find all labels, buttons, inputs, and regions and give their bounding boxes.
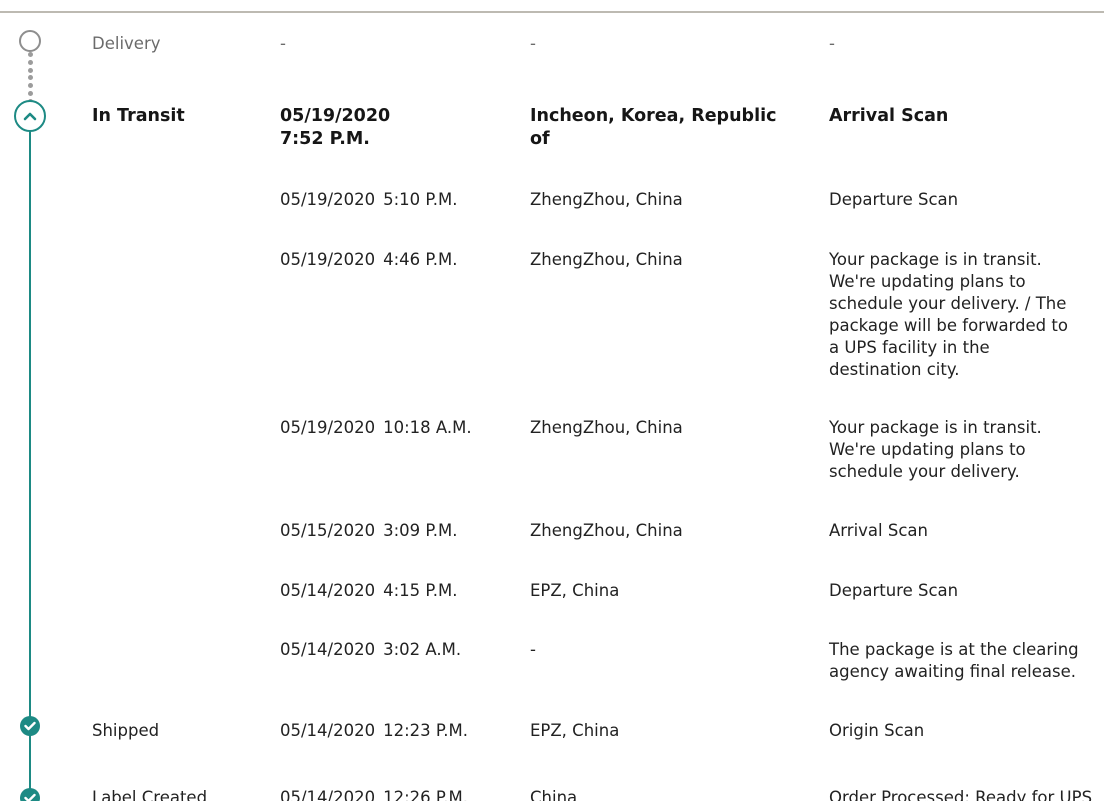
event-location: ZhengZhou, China: [530, 190, 683, 209]
milestone-status: In Transit: [92, 106, 185, 126]
tracking-history-page: Delivery - - - In Transit 05/19/2020 7:5…: [0, 0, 1111, 801]
event-activity: Departure Scan: [829, 581, 959, 600]
event-datetime: 05/19/2020 5:10 P.M.: [280, 189, 510, 211]
event-datetime: 05/14/2020 3:02 A.M.: [280, 639, 510, 661]
event-datetime: 05/15/2020 3:09 P.M.: [280, 520, 510, 542]
event-activity: Arrival Scan: [829, 521, 928, 540]
event-datetime: 05/19/2020 4:46 P.M.: [280, 249, 510, 271]
milestone-location: China: [530, 788, 578, 801]
event-datetime: 05/14/2020 4:15 P.M.: [280, 580, 510, 602]
milestone-activity: Origin Scan: [829, 721, 925, 740]
milestone-status: Label Created: [92, 788, 208, 801]
event-location: ZhengZhou, China: [530, 250, 683, 269]
milestone-activity: Order Processed: Ready for UPS: [829, 788, 1093, 801]
milestone-time: 12:23 P.M.: [383, 721, 469, 740]
checkmark-icon: [20, 788, 40, 801]
milestone-time: 12:26 P.M.: [383, 788, 469, 801]
milestone-date: 05/14/2020: [280, 788, 376, 801]
milestone-time: 7:52 P.M.: [280, 129, 370, 149]
event-activity: Your package is in transit. We're updati…: [829, 418, 1042, 481]
milestone-datetime: 05/19/2020 7:52 P.M.: [280, 105, 510, 151]
progress-rail: [29, 128, 31, 801]
event-time: 3:02 A.M.: [383, 640, 462, 659]
event-date: 05/19/2020: [280, 190, 376, 209]
empty-circle-icon: [19, 30, 41, 52]
event-date: 05/19/2020: [280, 418, 376, 437]
event-time: 5:10 P.M.: [383, 190, 458, 209]
event-time: 3:09 P.M.: [383, 521, 458, 540]
section-divider: [0, 11, 1104, 13]
pending-progress-dots: [27, 52, 33, 104]
event-activity: The package is at the clearing agency aw…: [829, 640, 1079, 681]
milestone-date: -: [280, 34, 286, 53]
event-time: 10:18 A.M.: [383, 418, 472, 437]
event-date: 05/14/2020: [280, 640, 376, 659]
milestone-date: 05/14/2020: [280, 721, 376, 740]
milestone-datetime: 05/14/2020 12:23 P.M.: [280, 720, 510, 742]
event-location: EPZ, China: [530, 581, 620, 600]
milestone-location: Incheon, Korea, Republic of: [530, 106, 777, 149]
event-location: ZhengZhou, China: [530, 418, 683, 437]
milestone-activity: -: [829, 34, 835, 53]
event-datetime: 05/19/2020 10:18 A.M.: [280, 417, 510, 439]
event-date: 05/15/2020: [280, 521, 376, 540]
milestone-location: EPZ, China: [530, 721, 620, 740]
chevron-up-icon[interactable]: [14, 100, 46, 132]
event-activity: Your package is in transit. We're updati…: [829, 250, 1068, 379]
milestone-status: Delivery: [92, 34, 161, 53]
milestone-activity: Arrival Scan: [829, 106, 949, 126]
event-location: -: [530, 640, 536, 659]
milestone-datetime: 05/14/2020 12:26 P.M.: [280, 787, 510, 801]
milestone-location: -: [530, 34, 536, 53]
event-time: 4:15 P.M.: [383, 581, 458, 600]
checkmark-icon: [20, 716, 40, 736]
milestone-status: Shipped: [92, 721, 160, 740]
event-location: ZhengZhou, China: [530, 521, 683, 540]
event-time: 4:46 P.M.: [383, 250, 458, 269]
event-activity: Departure Scan: [829, 190, 959, 209]
milestone-date: 05/19/2020: [280, 106, 391, 126]
event-date: 05/14/2020: [280, 581, 376, 600]
event-date: 05/19/2020: [280, 250, 376, 269]
